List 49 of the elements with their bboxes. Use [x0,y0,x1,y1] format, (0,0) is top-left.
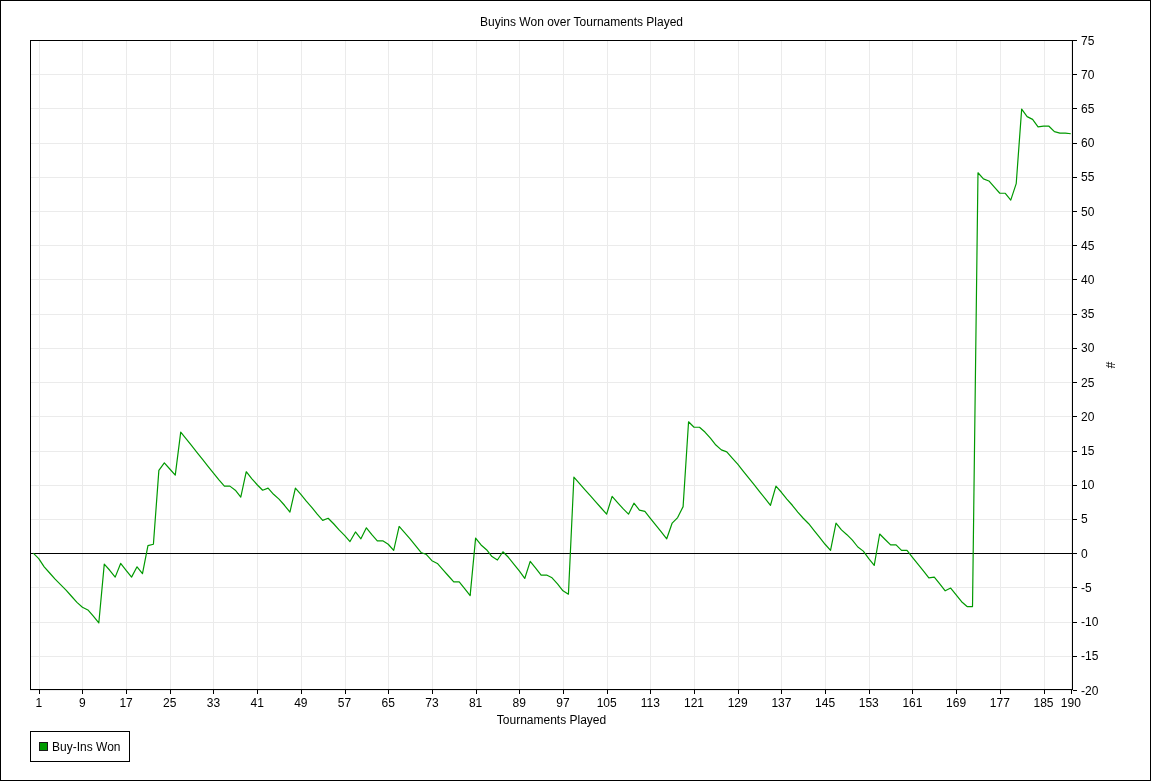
x-tick-label: 1 [35,696,43,710]
y-tick-label: 65 [1081,101,1095,116]
y-tick-label: -20 [1081,683,1099,698]
x-tick-label: 17 [119,696,133,710]
x-tick-label: 145 [815,696,836,710]
y-tick-label: 60 [1081,136,1095,151]
x-tick-label: 25 [163,696,177,710]
y-tick-label: 20 [1081,409,1095,424]
y-tick-label: 15 [1081,444,1095,459]
x-tick-label: 185 [1033,696,1054,710]
y-tick-label: -5 [1081,580,1092,595]
y-tick-label: -15 [1081,649,1099,664]
x-tick-label: 89 [512,696,526,710]
y-tick-label: 25 [1081,375,1095,390]
y-tick-label: 75 [1081,33,1095,48]
x-tick-label: 97 [556,696,570,710]
legend-label: Buy-Ins Won [52,739,121,754]
x-axis-title: Tournaments Played [496,713,607,727]
x-tick-label: 177 [989,696,1010,710]
x-tick-label: 129 [727,696,748,710]
y-tick-label: 10 [1081,478,1095,493]
x-tick-label: 65 [381,696,395,710]
y-axis-title: # [1103,361,1117,369]
y-tick-label: 40 [1081,272,1095,287]
y-tick-label: 0 [1081,546,1088,561]
x-tick-label: 113 [640,696,660,710]
x-tick-label: 161 [902,696,923,710]
x-tick-label: 169 [946,696,967,710]
x-tick-label: 33 [206,696,221,710]
y-tick-label: 5 [1081,512,1088,527]
x-tick-label: 121 [684,696,705,710]
x-tick-label: 9 [79,696,86,710]
x-tick-label: 57 [337,696,352,710]
y-tick-label: 35 [1081,307,1095,322]
y-tick-label: 55 [1081,170,1095,185]
x-tick-label: 190 [1060,696,1081,710]
x-tick-label: 137 [771,696,792,710]
y-tick-label: 30 [1081,341,1095,356]
y-tick-label: 70 [1081,67,1095,82]
x-tick-label: 73 [425,696,439,710]
x-tick-label: 153 [858,696,879,710]
x-tick-label: 105 [596,696,617,710]
chart-title: Buyins Won over Tournaments Played [479,14,684,30]
y-tick-label: 45 [1081,238,1095,253]
x-tick-label: 49 [294,696,308,710]
y-tick-label: -10 [1081,615,1099,630]
x-tick-label: 81 [468,696,483,710]
y-tick-label: 50 [1081,204,1095,219]
x-tick-label: 41 [250,696,264,710]
